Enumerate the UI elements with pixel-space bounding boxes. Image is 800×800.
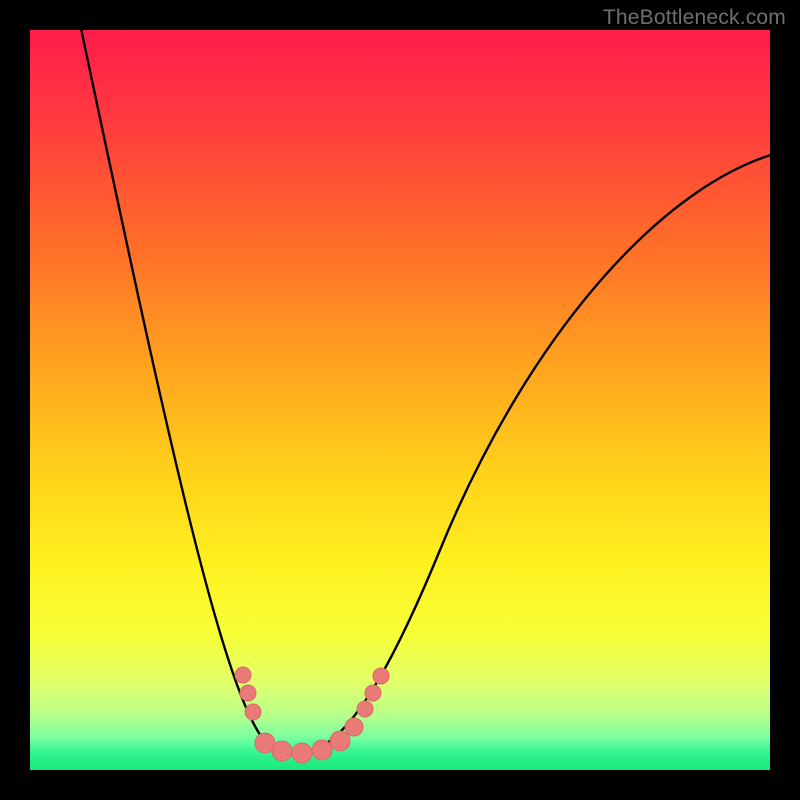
- bottleneck-curve: [75, 30, 770, 754]
- pt-floor-4: [312, 740, 332, 760]
- pt-floor-5: [330, 731, 350, 751]
- marker-group: [235, 667, 389, 763]
- pt-left-upper: [235, 667, 251, 683]
- pt-floor-2: [272, 741, 292, 761]
- watermark-text: TheBottleneck.com: [603, 6, 786, 30]
- pt-right-4: [373, 668, 389, 684]
- pt-right-3: [365, 685, 381, 701]
- chart-frame: TheBottleneck.com: [0, 0, 800, 800]
- pt-left-mid: [240, 685, 256, 701]
- pt-right-2: [357, 701, 373, 717]
- plot-area: [30, 30, 770, 770]
- pt-floor-3: [292, 743, 312, 763]
- pt-left-lower: [245, 704, 261, 720]
- pt-right-1: [345, 718, 363, 736]
- curve-layer: [30, 30, 770, 770]
